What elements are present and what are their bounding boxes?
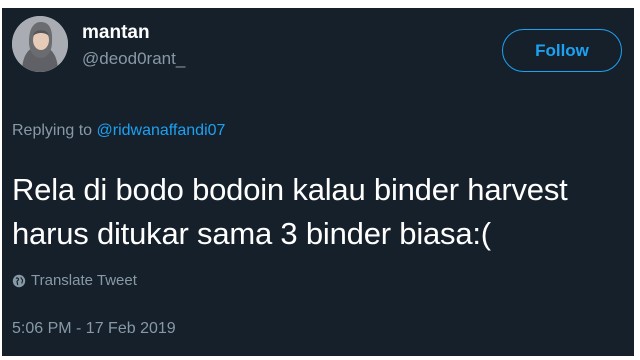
translate-tweet-link[interactable]: Translate Tweet <box>12 272 137 290</box>
tweet-text-line: harus ditukar sama 3 binder biasa:( <box>12 216 491 251</box>
translate-label: Translate Tweet <box>31 272 137 289</box>
tweet-text-line: Rela di bodo bodoin kalau binder harvest <box>12 172 568 207</box>
tweet-text: Rela di bodo bodoin kalau binder harvest… <box>12 168 632 256</box>
follow-button[interactable]: Follow <box>502 29 622 72</box>
user-handle[interactable]: @deod0rant_ <box>82 49 185 69</box>
reply-mention-link[interactable]: @ridwanaffandi07 <box>97 122 226 139</box>
replying-to-label: Replying to <box>12 122 97 139</box>
avatar-image <box>12 16 68 72</box>
display-name[interactable]: mantan <box>82 22 150 44</box>
avatar[interactable] <box>12 16 68 72</box>
globe-icon <box>12 274 26 288</box>
tweet-card: mantan @deod0rant_ Follow Replying to @r… <box>2 8 634 356</box>
replying-to: Replying to @ridwanaffandi07 <box>12 121 225 141</box>
timestamp[interactable]: 5:06 PM - 17 Feb 2019 <box>12 319 176 339</box>
